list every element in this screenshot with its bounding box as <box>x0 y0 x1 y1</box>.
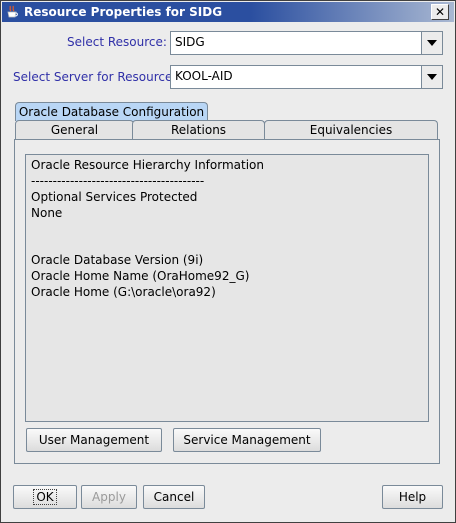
tab-equivalencies[interactable]: Equivalencies <box>264 120 438 139</box>
select-server-label: Select Server for Resource: <box>13 70 177 84</box>
hierarchy-info-text-area[interactable]: Oracle Resource Hierarchy Information --… <box>25 154 429 422</box>
ok-button-label: OK <box>33 489 57 505</box>
tab-oracle-database-configuration[interactable]: Oracle Database Configuration <box>15 102 208 121</box>
info-line: None <box>31 206 63 220</box>
info-line: Oracle Database Version (9i) <box>31 253 204 267</box>
java-coffee-cup-icon <box>7 5 19 19</box>
service-management-button[interactable]: Service Management <box>173 428 321 452</box>
apply-button[interactable]: Apply <box>81 485 137 509</box>
info-line: Oracle Resource Hierarchy Information <box>31 158 264 172</box>
cancel-button[interactable]: Cancel <box>143 485 205 509</box>
info-line: Oracle Home Name (OraHome92_G) <box>31 269 250 283</box>
select-resource-dropdown[interactable]: SIDG <box>170 31 443 55</box>
chevron-down-icon[interactable] <box>421 66 442 88</box>
info-line: ---------------------------------------- <box>31 174 205 188</box>
info-line: Oracle Home (G:\oracle\ora92) <box>31 285 216 299</box>
close-icon[interactable]: ✕ <box>431 4 449 20</box>
chevron-down-icon[interactable] <box>421 32 442 54</box>
select-resource-value: SIDG <box>175 35 205 49</box>
info-line: Optional Services Protected <box>31 190 198 204</box>
help-button[interactable]: Help <box>382 485 443 509</box>
select-server-value: KOOL-AID <box>175 69 233 83</box>
title-bar[interactable]: Resource Properties for SIDG ✕ <box>2 2 454 22</box>
ok-button[interactable]: OK <box>13 485 77 509</box>
tab-general[interactable]: General <box>15 120 134 139</box>
user-management-button[interactable]: User Management <box>26 428 162 452</box>
select-server-dropdown[interactable]: KOOL-AID <box>170 65 443 89</box>
tab-relations[interactable]: Relations <box>132 120 265 139</box>
tab-panel: Oracle Resource Hierarchy Information --… <box>14 139 440 464</box>
select-resource-label: Select Resource: <box>67 35 167 49</box>
dialog-window: Resource Properties for SIDG ✕ Select Re… <box>0 0 456 523</box>
window-title: Resource Properties for SIDG <box>24 5 223 19</box>
